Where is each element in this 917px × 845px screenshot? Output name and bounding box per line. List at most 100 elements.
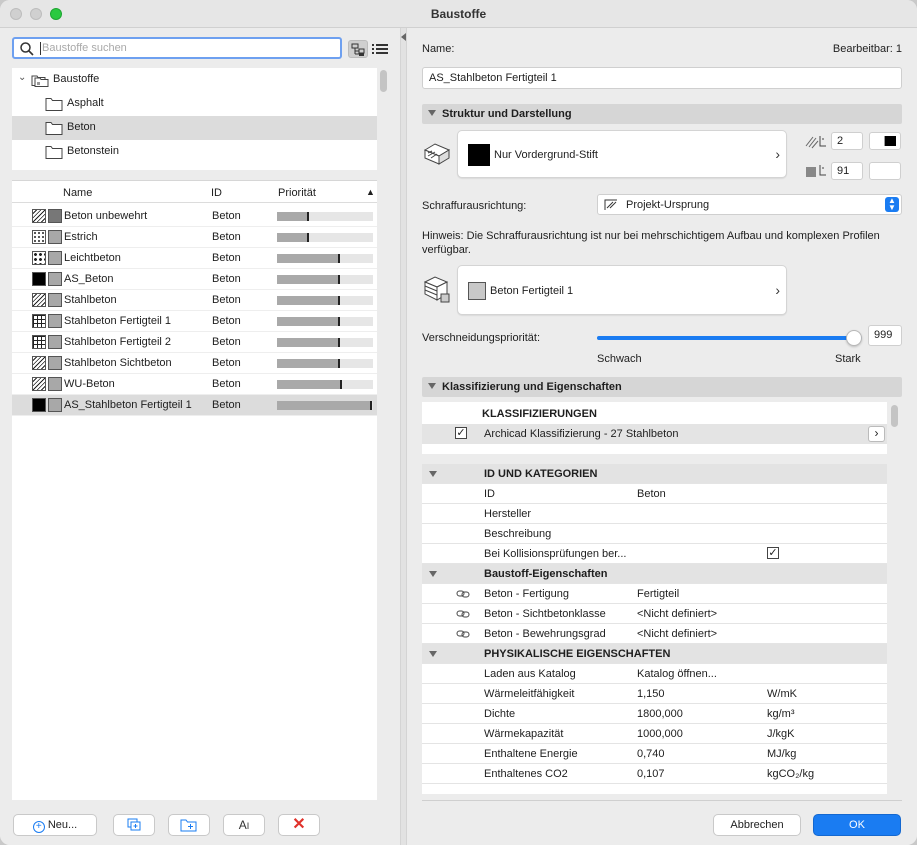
property-row[interactable]: Enthaltene Energie 0,740 MJ/kg xyxy=(422,744,887,764)
property-group-header[interactable]: PHYSIKALISCHE EIGENSCHAFTEN xyxy=(422,644,887,664)
tree-item-beton[interactable]: Beton xyxy=(12,116,377,140)
column-header-id[interactable]: ID xyxy=(211,187,222,199)
column-header-name[interactable]: Name xyxy=(63,187,92,199)
text-caret xyxy=(40,42,41,55)
chevron-down-icon[interactable]: ⌄ xyxy=(18,72,26,83)
tree-item-asphalt[interactable]: Asphalt xyxy=(12,92,377,116)
priority-bar xyxy=(277,380,373,389)
property-value[interactable]: Beton xyxy=(637,488,666,500)
property-value[interactable]: 0,107 xyxy=(637,768,665,780)
list-item[interactable]: WU-Beton Beton xyxy=(12,374,377,395)
property-row[interactable]: Wärmeleitfähigkeit 1,150 W/mK xyxy=(422,684,887,704)
pen-color-picker-2[interactable] xyxy=(869,162,901,180)
surface-selector[interactable]: Beton Fertigteil 1 › xyxy=(457,265,787,315)
column-header-priority[interactable]: Priorität xyxy=(278,187,316,199)
property-row[interactable]: Enthaltenes CO2 0,107 kgCO₂/kg xyxy=(422,764,887,784)
list-view-toggle[interactable] xyxy=(370,40,390,58)
tree-item-root[interactable]: ⌄ Baustoffe xyxy=(12,68,377,92)
disclosure-triangle-icon[interactable] xyxy=(429,471,437,477)
property-row[interactable]: Beton - Bewehrungsgrad <Nicht definiert> xyxy=(422,624,887,644)
cut-fill-selector[interactable]: Nur Vordergrund-Stift › xyxy=(457,130,787,178)
property-row[interactable]: Wärmekapazität 1000,000 J/kgK xyxy=(422,724,887,744)
collapse-left-icon[interactable] xyxy=(401,33,406,41)
disclosure-triangle-icon[interactable] xyxy=(428,383,436,389)
property-value[interactable]: <Nicht definiert> xyxy=(637,608,717,620)
ok-button[interactable]: OK xyxy=(813,814,901,836)
list-item[interactable]: Estrich Beton xyxy=(12,227,377,248)
panel-divider[interactable] xyxy=(400,28,407,845)
color-swatch xyxy=(48,293,62,307)
property-label: Beschreibung xyxy=(484,528,552,540)
priority-bar-fill xyxy=(277,359,340,368)
list-item[interactable]: AS_Beton Beton xyxy=(12,269,377,290)
property-row[interactable]: ID Beton xyxy=(422,484,887,504)
delete-button[interactable]: ✕ xyxy=(278,814,320,836)
classification-checkbox[interactable]: ✓ xyxy=(455,427,467,439)
property-value[interactable]: <Nicht definiert> xyxy=(637,628,717,640)
property-value[interactable]: Fertigteil xyxy=(637,588,679,600)
property-row[interactable]: Hersteller xyxy=(422,504,887,524)
disclosure-triangle-icon[interactable] xyxy=(429,571,437,577)
list-item[interactable]: Stahlbeton Beton xyxy=(12,290,377,311)
search-input[interactable] xyxy=(42,40,332,56)
property-value[interactable]: 0,740 xyxy=(637,748,665,760)
classification-scrollbar[interactable] xyxy=(891,405,898,427)
list-item[interactable]: Stahlbeton Sichtbeton Beton xyxy=(12,353,377,374)
pen-color-swatch-black xyxy=(884,136,896,146)
property-value[interactable]: 1000,000 xyxy=(637,728,683,740)
priority-bar xyxy=(277,359,373,368)
pen-number-field-1[interactable]: 2 xyxy=(831,132,863,150)
collision-check-checkbox[interactable]: ✓ xyxy=(767,547,779,559)
list-item[interactable]: Stahlbeton Fertigteil 1 Beton xyxy=(12,311,377,332)
property-group-header[interactable]: ID UND KATEGORIEN xyxy=(422,464,887,484)
sort-ascending-icon[interactable]: ▲ xyxy=(366,187,375,197)
property-group-header[interactable]: Baustoff-Eigenschaften xyxy=(422,564,887,584)
duplicate-button[interactable] xyxy=(113,814,155,836)
tree-item-betonstein[interactable]: Betonstein xyxy=(12,140,377,164)
pattern-swatch xyxy=(32,356,46,370)
new-material-button[interactable]: + Neu... xyxy=(13,814,97,836)
disclosure-triangle-icon[interactable] xyxy=(428,110,436,116)
property-row[interactable]: Beton - Fertigung Fertigteil xyxy=(422,584,887,604)
property-value[interactable]: 1800,000 xyxy=(637,708,683,720)
priority-slider-knob[interactable] xyxy=(846,330,862,346)
search-field[interactable] xyxy=(12,37,342,59)
window-title: Baustoffe xyxy=(430,7,487,21)
property-row[interactable]: Beschreibung xyxy=(422,524,887,544)
property-row[interactable]: Beton - Sichtbetonklasse <Nicht definiert… xyxy=(422,604,887,624)
priority-slider-track[interactable] xyxy=(597,330,862,346)
orientation-select[interactable]: Projekt-Ursprung ▲ ▼ xyxy=(597,194,902,215)
color-swatch xyxy=(48,356,62,370)
material-name: Stahlbeton Sichtbeton xyxy=(64,357,172,369)
pattern-swatch xyxy=(32,272,46,286)
cancel-button[interactable]: Abbrechen xyxy=(713,814,801,836)
tree-view-toggle[interactable] xyxy=(348,40,368,58)
editable-status: Bearbeitbar: 1 xyxy=(832,43,902,55)
pen-color-picker-1[interactable] xyxy=(869,132,901,150)
color-swatch xyxy=(48,314,62,328)
chevron-right-icon[interactable]: › xyxy=(868,426,885,442)
rename-button[interactable]: AI xyxy=(223,814,265,836)
disclosure-triangle-icon[interactable] xyxy=(429,651,437,657)
new-folder-button[interactable] xyxy=(168,814,210,836)
material-name: Stahlbeton Fertigteil 2 xyxy=(64,336,172,348)
section-classification[interactable]: Klassifizierung und Eigenschaften xyxy=(422,377,902,397)
material-name-field[interactable]: AS_Stahlbeton Fertigteil 1 xyxy=(422,67,902,89)
list-item[interactable]: Beton unbewehrt Beton xyxy=(12,206,377,227)
tree-scrollbar[interactable] xyxy=(380,70,387,92)
classification-row[interactable]: ✓ Archicad Klassifizierung - 27 Stahlbet… xyxy=(422,424,887,444)
priority-value-field[interactable]: 999 xyxy=(868,325,902,346)
list-item[interactable]: Leichtbeton Beton xyxy=(12,248,377,269)
section-structure[interactable]: Struktur und Darstellung xyxy=(422,104,902,124)
list-item[interactable]: AS_Stahlbeton Fertigteil 1 Beton xyxy=(12,395,377,416)
property-label: Enthaltenes CO2 xyxy=(484,768,568,780)
pen-number-field-2[interactable]: 91 xyxy=(831,162,863,180)
surface-icon xyxy=(423,276,450,303)
property-row[interactable]: Bei Kollisionsprüfungen ber... ✓ xyxy=(422,544,887,564)
property-row[interactable]: Dichte 1800,000 kg/m³ xyxy=(422,704,887,724)
list-item[interactable]: Stahlbeton Fertigteil 2 Beton xyxy=(12,332,377,353)
property-value[interactable]: 1,150 xyxy=(637,688,665,700)
property-row[interactable]: Laden aus Katalog Katalog öffnen... xyxy=(422,664,887,684)
name-label: Name: xyxy=(422,43,455,55)
property-value[interactable]: Katalog öffnen... xyxy=(637,668,717,680)
